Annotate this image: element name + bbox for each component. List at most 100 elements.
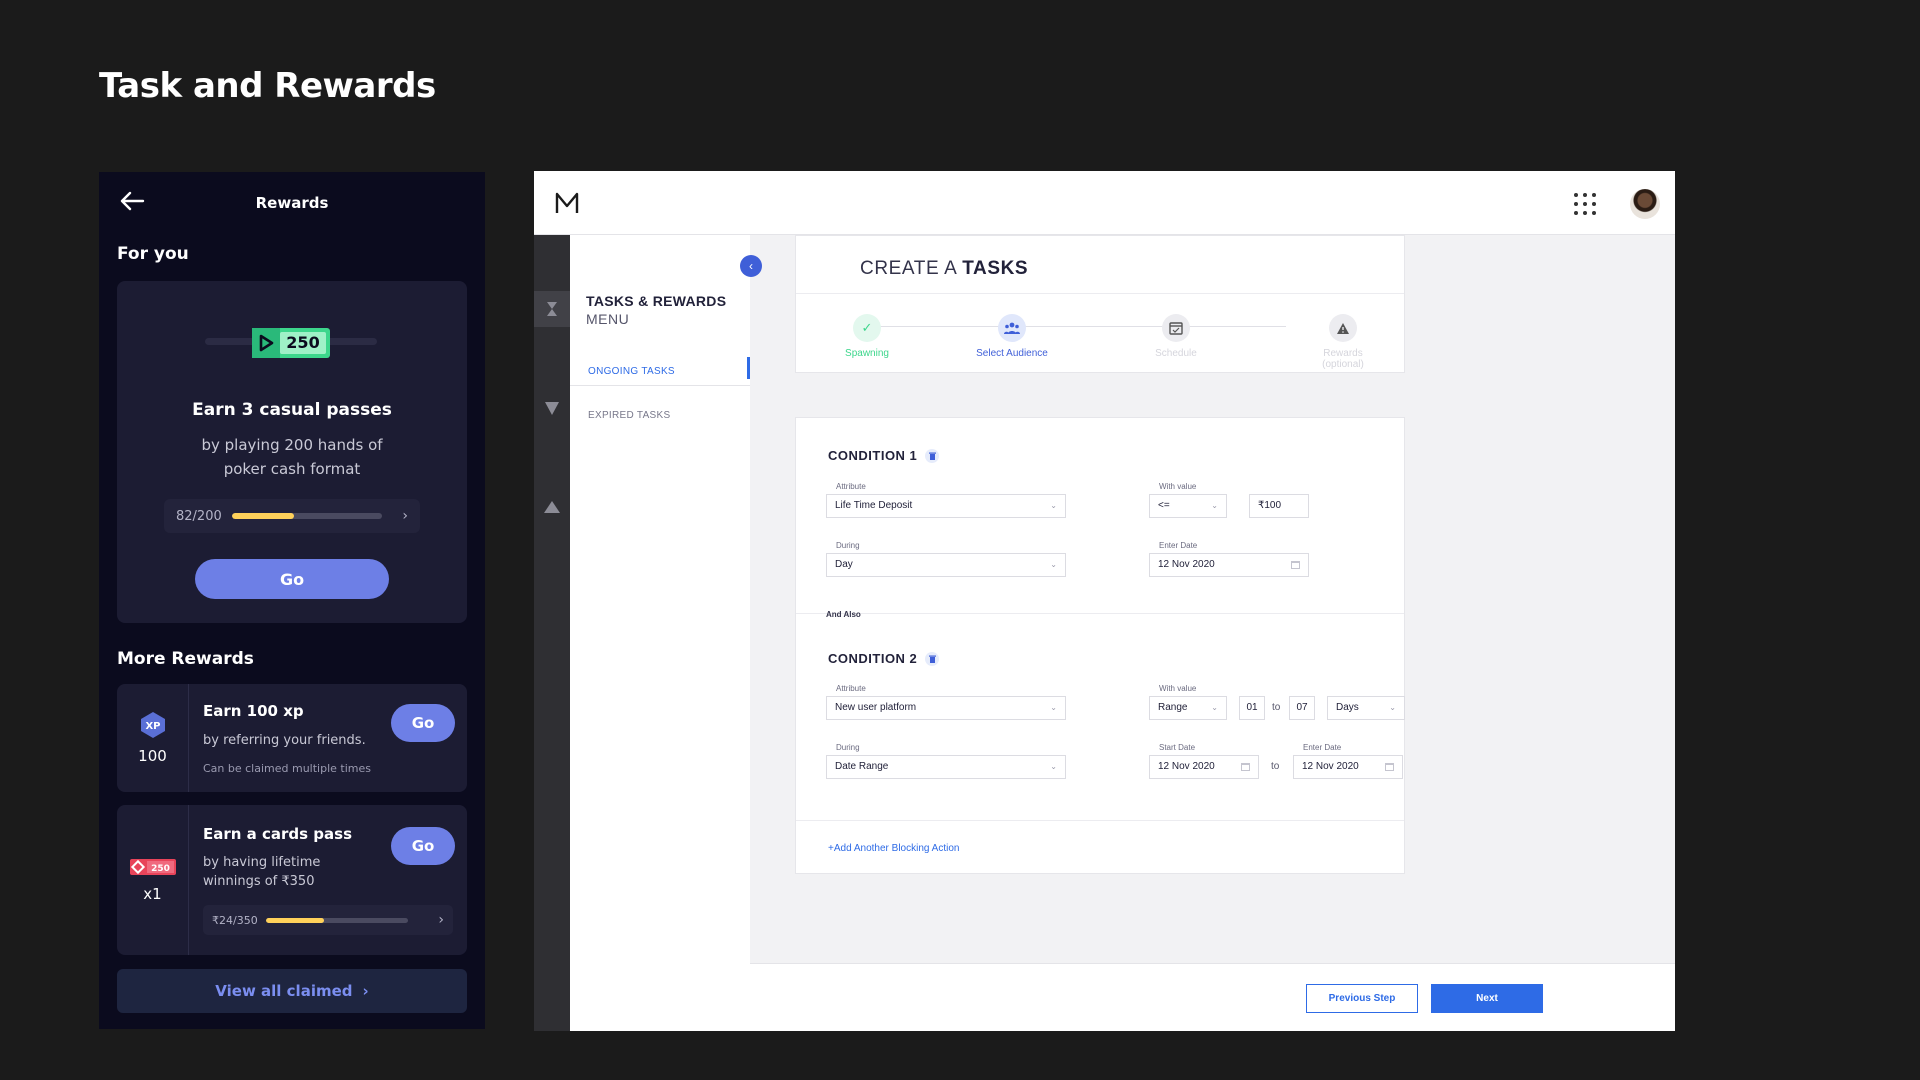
chevron-right-icon: › (438, 912, 444, 928)
value-input[interactable]: ₹100 (1249, 494, 1309, 518)
chevron-right-icon: › (402, 508, 408, 524)
reward-description: by having lifetime winnings of ₹350 (203, 855, 321, 889)
casual-pass-ticket: 250 (205, 328, 377, 358)
user-avatar[interactable] (1630, 189, 1660, 219)
chevron-down-icon: ⌄ (1050, 762, 1057, 771)
warning-icon (1329, 314, 1357, 342)
reward-progress[interactable]: ₹24/350 › (203, 905, 453, 935)
start-date-input[interactable]: 12 Nov 2020 (1149, 755, 1259, 779)
calendar-icon (1385, 763, 1394, 771)
reward-note: Can be claimed multiple times (203, 762, 371, 775)
progress-fill (266, 917, 325, 923)
condition-2-title: CONDITION 2 (828, 651, 940, 666)
create-task-card: CREATE A TASKS ✓ Spawning Select Audienc… (795, 235, 1405, 373)
step-rewards[interactable]: Rewards (optional) (1283, 314, 1403, 370)
range-to-input[interactable]: 07 (1289, 696, 1315, 720)
calendar-icon (1291, 561, 1300, 569)
during-select[interactable]: Date Range ⌄ (826, 755, 1066, 779)
go-button[interactable]: Go (391, 704, 455, 742)
shield-icon[interactable] (534, 390, 570, 426)
reward-card-cards-pass: 250 x1 Earn a cards pass by having lifet… (117, 805, 467, 955)
next-button[interactable]: Next (1431, 984, 1543, 1013)
featured-reward-card: 250 Earn 3 casual passes by playing 200 … (117, 281, 467, 623)
sidebar-title: TASKS & REWARDS (586, 293, 727, 309)
apps-grid-icon[interactable] (1574, 193, 1596, 215)
checkmark-icon: ✓ (853, 314, 881, 342)
end-date-input[interactable]: 12 Nov 2020 (1293, 755, 1403, 779)
reward-description: by referring your friends. (203, 733, 366, 748)
more-rewards-heading: More Rewards (117, 649, 254, 669)
collapse-sidebar-button[interactable]: ‹ (740, 255, 762, 277)
chevron-right-icon: › (362, 982, 369, 1000)
unit-select[interactable]: Days ⌄ (1327, 696, 1405, 720)
go-button[interactable]: Go (195, 559, 389, 599)
sidebar-subtitle: MENU (586, 311, 630, 327)
mobile-rewards-screen: Rewards For you 250 Earn 3 casual passes… (99, 172, 485, 1029)
cards-pass-ticket-icon: 250 (129, 859, 176, 875)
ticket-value: 250 (280, 332, 326, 354)
reward-title: Earn 100 xp (203, 702, 304, 720)
mobile-title: Rewards (255, 194, 329, 212)
operator-select[interactable]: <= ⌄ (1149, 494, 1227, 518)
progress-track (266, 917, 409, 923)
chevron-down-icon: ⌄ (1389, 703, 1396, 712)
conditions-card: CONDITION 1 Attribute Life Time Deposit ⌄… (795, 417, 1405, 874)
tasks-sidebar: TASKS & REWARDS MENU ONGOING TASKS EXPIR… (570, 235, 750, 1031)
go-button[interactable]: Go (391, 827, 455, 865)
previous-step-button[interactable]: Previous Step (1306, 984, 1418, 1013)
chevron-down-icon: ⌄ (1211, 501, 1218, 510)
calendar-icon (1162, 314, 1190, 342)
featured-description: by playing 200 hands of poker cash forma… (201, 436, 383, 478)
calendar-icon (1241, 763, 1250, 771)
during-select[interactable]: Day ⌄ (826, 553, 1066, 577)
m-logo-icon[interactable] (554, 191, 580, 215)
for-you-heading: For you (117, 244, 189, 264)
step-select-audience[interactable]: Select Audience (952, 314, 1072, 359)
attribute-select[interactable]: Life Time Deposit ⌄ (826, 494, 1066, 518)
play-icon (252, 328, 280, 358)
chevron-down-icon: ⌄ (1050, 703, 1057, 712)
desktop-create-task-screen: TASKS & REWARDS MENU ONGOING TASKS EXPIR… (534, 171, 1675, 1031)
and-also-label: And Also (826, 610, 861, 619)
sidebar-item-ongoing-tasks[interactable]: ONGOING TASKS (588, 366, 675, 377)
page-title: Task and Rewards (99, 66, 436, 106)
chevron-down-icon: ⌄ (1050, 501, 1057, 510)
view-all-claimed-link[interactable]: View all claimed › (117, 969, 467, 1013)
step-schedule[interactable]: Schedule (1116, 314, 1236, 359)
mountain-icon[interactable] (534, 489, 570, 525)
svg-text:250: 250 (151, 864, 170, 874)
featured-headline: Earn 3 casual passes (192, 400, 392, 420)
add-blocking-action-link[interactable]: +Add Another Blocking Action (828, 843, 959, 854)
operator-select[interactable]: Range ⌄ (1149, 696, 1227, 720)
svg-text:XP: XP (145, 721, 160, 732)
chevron-down-icon: ⌄ (1211, 703, 1218, 712)
mobile-header: Rewards (99, 172, 485, 230)
chevron-down-icon: ⌄ (1050, 560, 1057, 569)
reward-title: Earn a cards pass (203, 825, 353, 843)
hourglass-icon[interactable] (534, 291, 570, 327)
progress-count: ₹24/350 (212, 913, 258, 927)
reward-card-xp: XP 100 Earn 100 xp by referring your fri… (117, 684, 467, 792)
step-spawning[interactable]: ✓ Spawning (807, 314, 927, 359)
reward-quantity: x1 (143, 885, 162, 903)
audience-icon (998, 314, 1026, 342)
create-title: CREATE A TASKS (860, 258, 1029, 279)
progress-fill (232, 513, 294, 519)
date-input[interactable]: 12 Nov 2020 (1149, 553, 1309, 577)
progress-count: 82/200 (176, 508, 222, 524)
range-from-input[interactable]: 01 (1239, 696, 1265, 720)
featured-progress[interactable]: 82/200 › (164, 499, 420, 533)
trash-icon[interactable] (925, 651, 940, 666)
trash-icon[interactable] (925, 448, 940, 463)
footer-actions: Previous Step Next (750, 963, 1675, 1031)
top-bar (534, 171, 1675, 235)
icon-rail (534, 235, 570, 1031)
condition-1-title: CONDITION 1 (828, 448, 940, 463)
reward-quantity: 100 (138, 747, 167, 765)
attribute-select[interactable]: New user platform ⌄ (826, 696, 1066, 720)
active-indicator (747, 357, 750, 379)
view-all-label: View all claimed (215, 982, 353, 1000)
sidebar-item-expired-tasks[interactable]: EXPIRED TASKS (588, 410, 670, 421)
xp-hexagon-icon: XP (140, 712, 165, 738)
progress-track (232, 513, 383, 519)
